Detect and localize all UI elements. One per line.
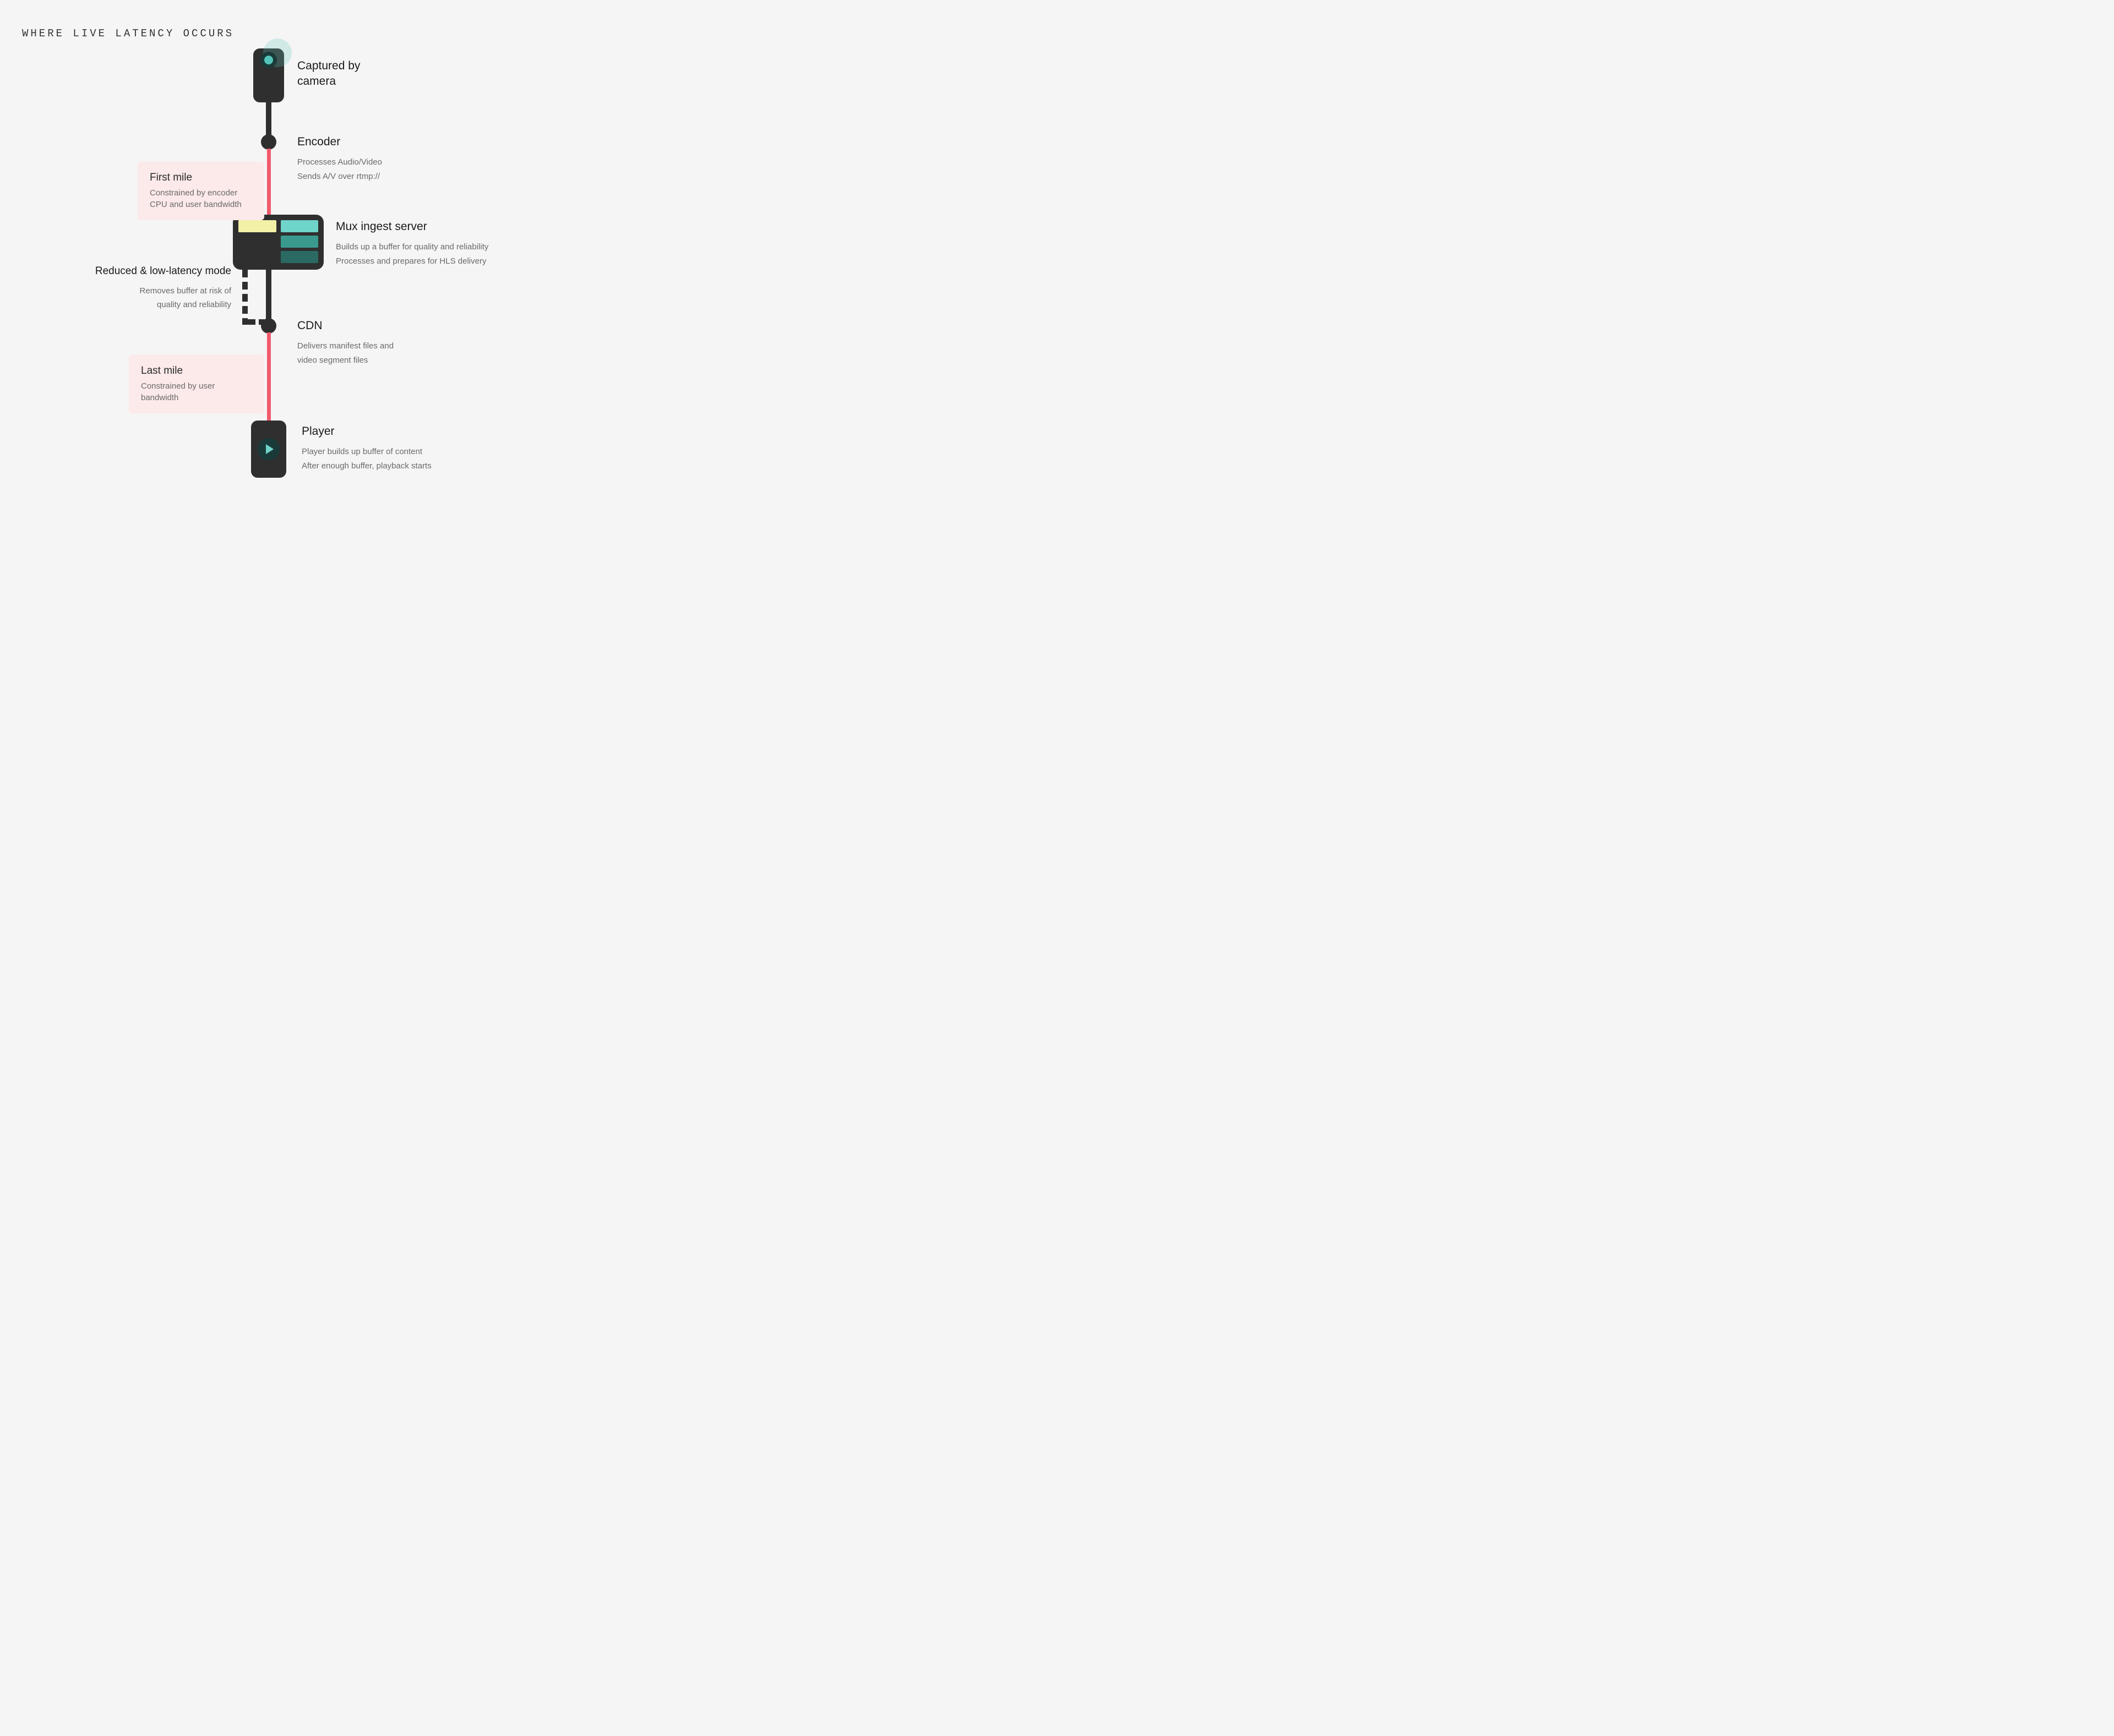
dashed-connector xyxy=(242,318,248,325)
camera-label: Captured by camera xyxy=(297,58,360,95)
first-mile-callout: First mile Constrained by encoder CPU an… xyxy=(138,162,264,220)
encoder-desc: Processes Audio/Video Sends A/V over rtm… xyxy=(297,155,382,183)
server-cell-icon xyxy=(281,251,319,263)
cdn-label: CDN Delivers manifest files and video se… xyxy=(297,318,394,367)
player-icon xyxy=(251,421,286,478)
encoder-node-icon xyxy=(261,134,276,150)
dashed-connector xyxy=(242,306,248,314)
server-cell-icon xyxy=(281,236,319,248)
cdn-title: CDN xyxy=(297,318,394,334)
connector-last-mile xyxy=(267,332,271,421)
latency-diagram: Captured by camera Encoder Processes Aud… xyxy=(0,39,661,543)
camera-title: Captured by camera xyxy=(297,58,360,90)
connector-server-cdn xyxy=(266,270,271,319)
first-mile-title: First mile xyxy=(150,172,252,184)
encoder-title: Encoder xyxy=(297,134,382,150)
dashed-connector xyxy=(242,294,248,302)
connector-first-mile xyxy=(267,149,271,215)
player-title: Player xyxy=(302,424,432,439)
encoder-label: Encoder Processes Audio/Video Sends A/V … xyxy=(297,134,382,183)
camera-icon xyxy=(253,48,284,102)
cdn-desc: Delivers manifest files and video segmen… xyxy=(297,339,394,367)
server-cell-icon xyxy=(238,220,276,232)
dashed-connector xyxy=(259,319,264,325)
reduced-title: Reduced & low-latency mode xyxy=(83,264,231,279)
dashed-connector xyxy=(242,282,248,290)
server-label: Mux ingest server Builds up a buffer for… xyxy=(336,219,488,268)
player-desc: Player builds up buffer of content After… xyxy=(302,445,432,473)
dashed-connector xyxy=(242,270,248,277)
server-desc: Builds up a buffer for quality and relia… xyxy=(336,240,488,268)
server-cell-icon xyxy=(281,220,319,232)
reduced-latency-label: Reduced & low-latency mode Removes buffe… xyxy=(83,264,231,312)
last-mile-title: Last mile xyxy=(141,365,252,377)
camera-lens-icon xyxy=(260,52,277,68)
last-mile-desc: Constrained by user bandwidth xyxy=(141,380,252,403)
dashed-connector xyxy=(248,319,255,325)
last-mile-callout: Last mile Constrained by user bandwidth xyxy=(129,355,264,413)
play-triangle-icon xyxy=(266,444,274,454)
play-circle-icon xyxy=(258,438,280,460)
diagram-title: WHERE LIVE LATENCY OCCURS xyxy=(22,28,234,40)
server-title: Mux ingest server xyxy=(336,219,488,234)
server-icon xyxy=(233,215,324,270)
connector-camera-encoder xyxy=(266,102,271,135)
reduced-desc: Removes buffer at risk of quality and re… xyxy=(83,284,231,312)
player-label: Player Player builds up buffer of conten… xyxy=(302,424,432,473)
first-mile-desc: Constrained by encoder CPU and user band… xyxy=(150,187,252,210)
